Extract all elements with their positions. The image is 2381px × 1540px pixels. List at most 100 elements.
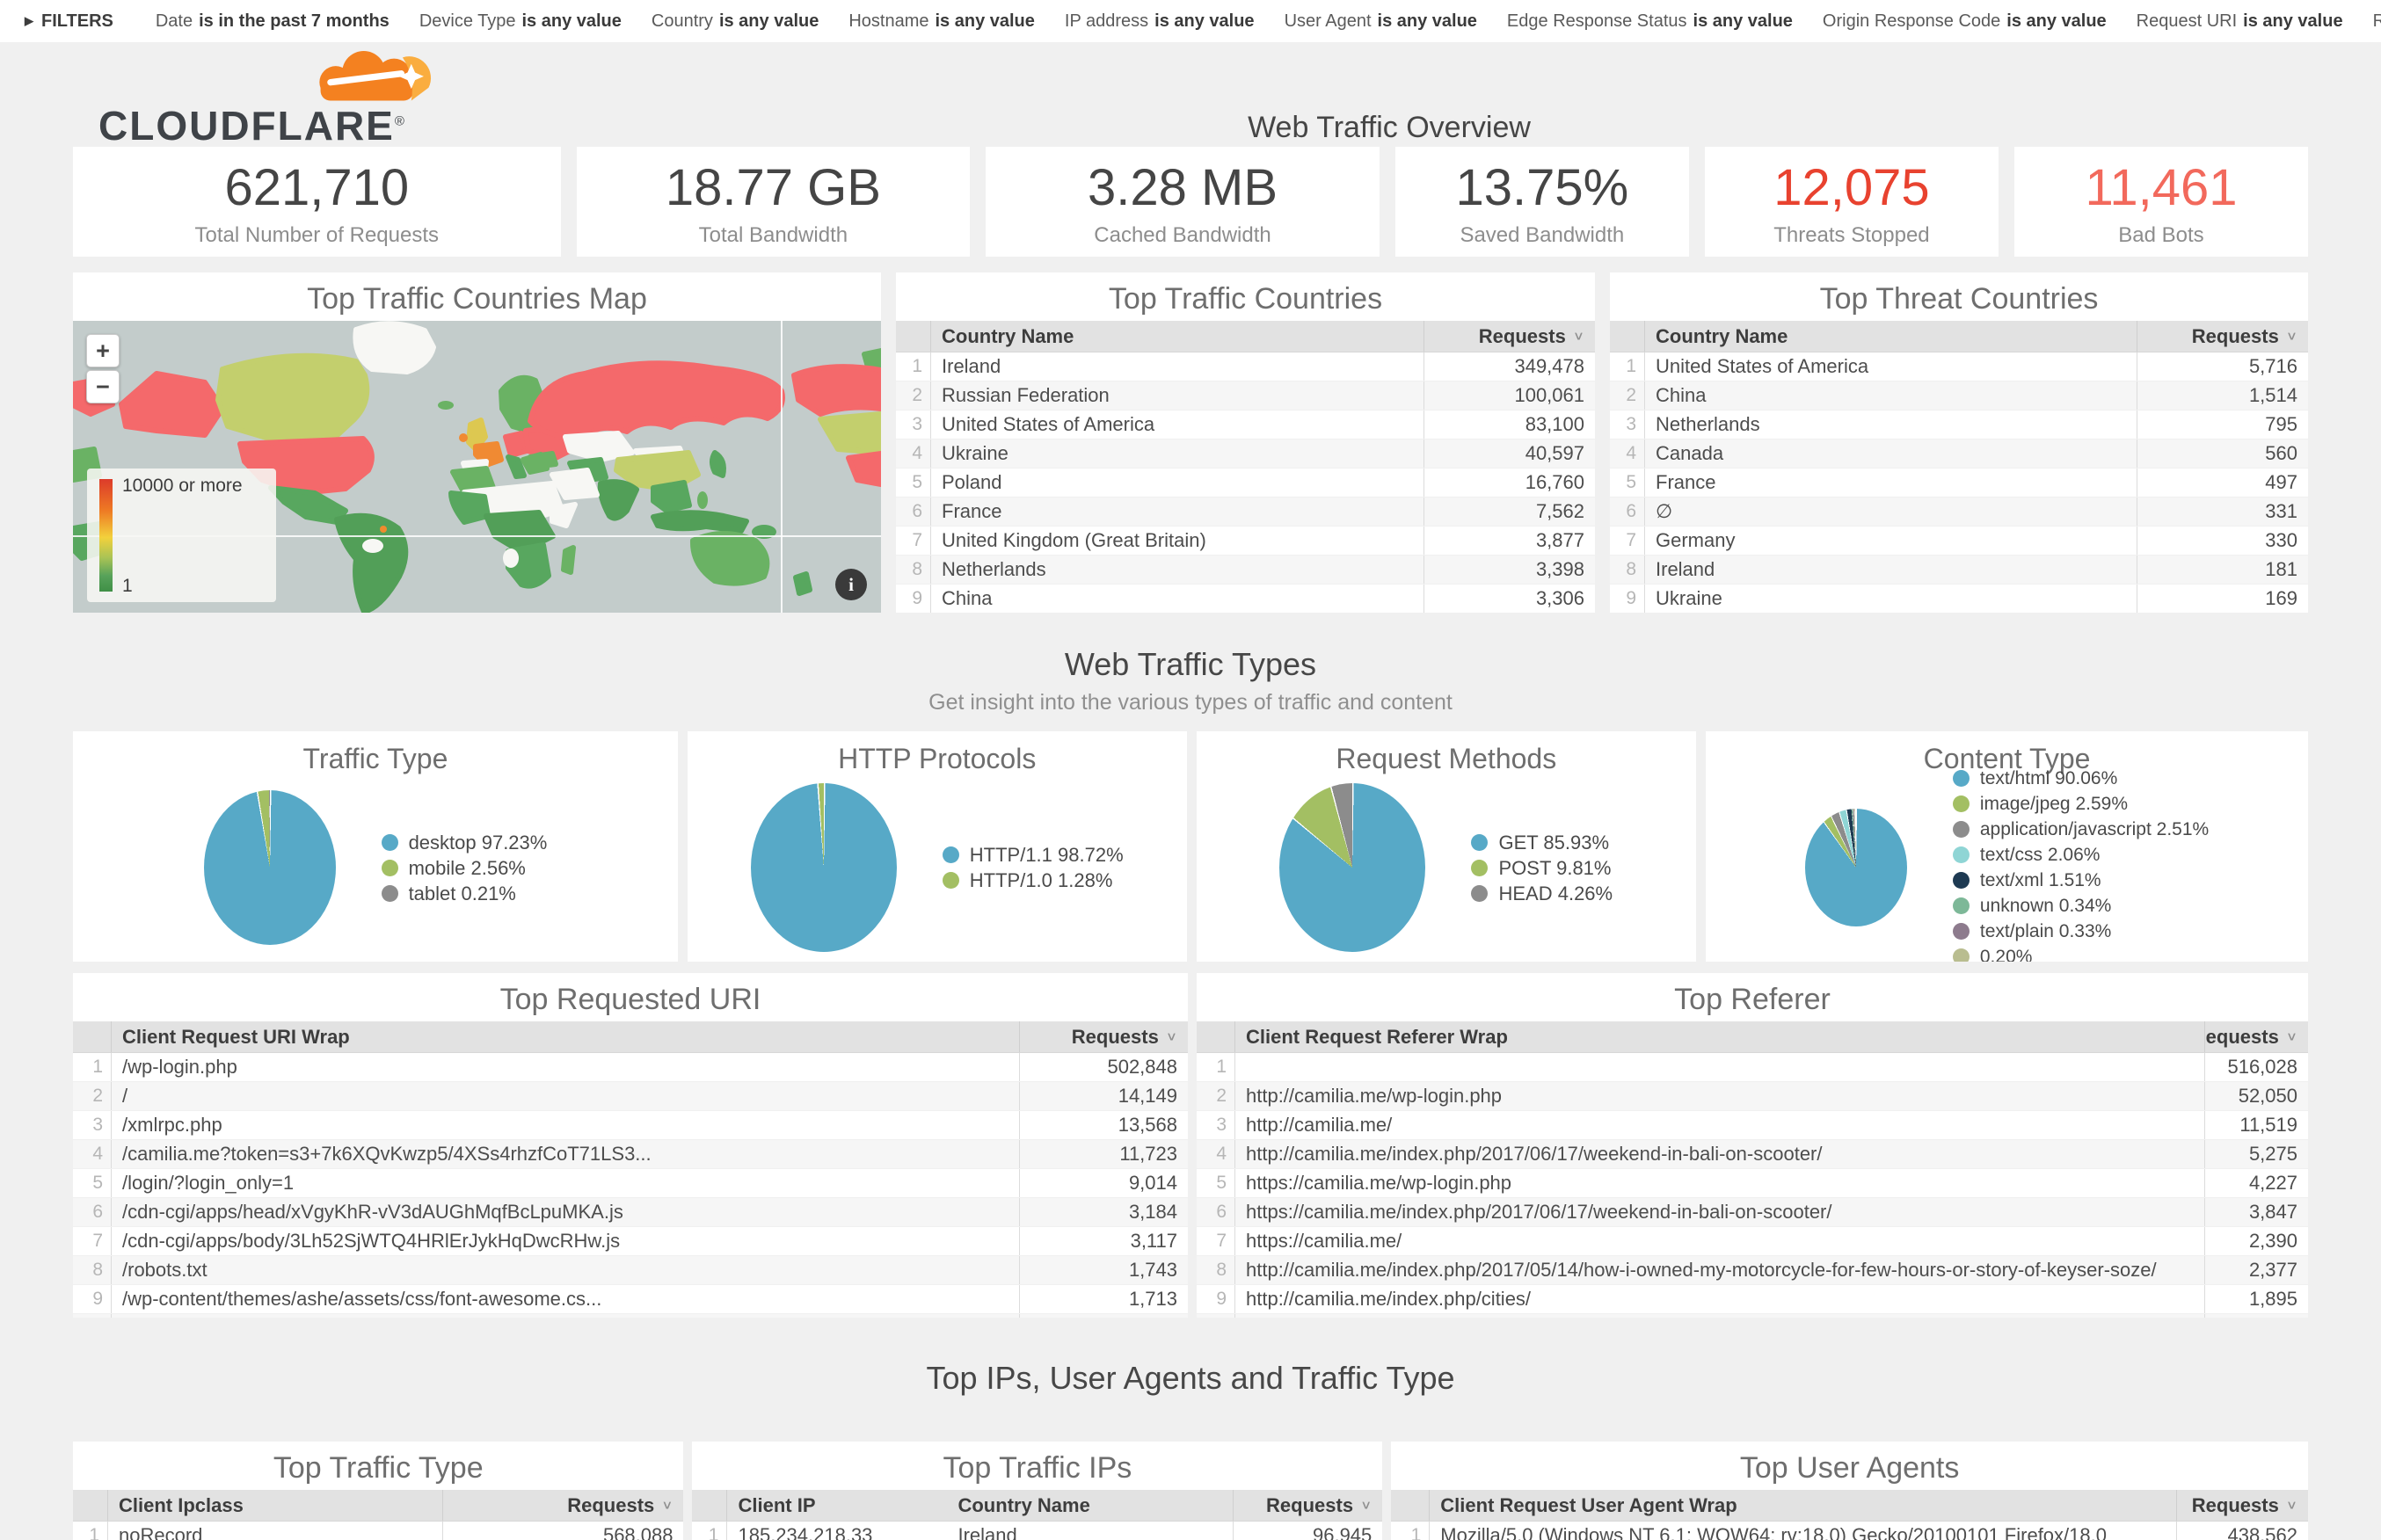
- column-header[interactable]: Client Request URI Wrap: [112, 1021, 1019, 1052]
- column-header[interactable]: Country Name: [1645, 321, 2137, 352]
- column-header[interactable]: Requests∨: [2204, 1021, 2308, 1052]
- column-header[interactable]: Client IP: [727, 1490, 947, 1521]
- table-row[interactable]: 9/wp-content/themes/ashe/assets/css/font…: [73, 1285, 1188, 1314]
- legend-item[interactable]: text/css 2.06%: [1953, 842, 2209, 868]
- table-row[interactable]: 9Ukraine169: [1610, 585, 2308, 613]
- column-header[interactable]: Requests∨: [2176, 1490, 2308, 1521]
- table-row[interactable]: 3Netherlands795: [1610, 410, 2308, 439]
- table-row[interactable]: 2http://camilia.me/wp-login.php52,050: [1197, 1082, 2308, 1111]
- table-row[interactable]: 2/14,149: [73, 1082, 1188, 1111]
- table-row[interactable]: 8/robots.txt1,743: [73, 1256, 1188, 1285]
- filter-item[interactable]: Request URIis any value: [2137, 11, 2343, 32]
- zoom-in-button[interactable]: +: [86, 334, 120, 367]
- column-header[interactable]: Country Name: [947, 1490, 1233, 1521]
- legend-item[interactable]: HTTP/1.0 1.28%: [943, 868, 1124, 893]
- column-header[interactable]: Requests∨: [1019, 1021, 1188, 1052]
- row-rank: 4: [73, 1140, 112, 1168]
- table-row[interactable]: 7United Kingdom (Great Britain)3,877: [896, 527, 1595, 556]
- table-row[interactable]: 7https://camilia.me/2,390: [1197, 1227, 2308, 1256]
- table-row[interactable]: 2Russian Federation100,061: [896, 381, 1595, 410]
- table-row[interactable]: 5Poland16,760: [896, 469, 1595, 498]
- table-row[interactable]: 4http://camilia.me/index.php/2017/06/17/…: [1197, 1140, 2308, 1169]
- pie-chart[interactable]: [751, 783, 897, 952]
- legend-item[interactable]: tablet 0.21%: [382, 881, 548, 906]
- filter-item[interactable]: Countryis any value: [652, 11, 819, 32]
- table-row[interactable]: 7/cdn-cgi/apps/body/3Lh52SjWTQ4HRlErJykH…: [73, 1227, 1188, 1256]
- pie-chart[interactable]: [204, 790, 336, 945]
- table-row[interactable]: 5https://camilia.me/wp-login.php4,227: [1197, 1169, 2308, 1198]
- pie-chart[interactable]: [1805, 809, 1907, 926]
- table-row[interactable]: 1noRecord568,088: [73, 1522, 683, 1540]
- filter-item[interactable]: Origin Response Codeis any value: [1823, 11, 2107, 32]
- table-row[interactable]: 1516,028: [1197, 1053, 2308, 1082]
- info-icon[interactable]: i: [835, 569, 867, 600]
- filter-item[interactable]: Hostnameis any value: [848, 11, 1035, 32]
- legend-item[interactable]: unknown 0.34%: [1953, 893, 2209, 919]
- column-header[interactable]: Client Ipclass: [108, 1490, 442, 1521]
- legend-item[interactable]: HEAD 4.26%: [1471, 881, 1613, 906]
- table-row[interactable]: 4Canada560: [1610, 439, 2308, 469]
- legend-item[interactable]: text/html 90.06%: [1953, 766, 2209, 791]
- table-row[interactable]: 9China3,306: [896, 585, 1595, 613]
- filters-toggle[interactable]: ▶ FILTERS: [25, 11, 113, 32]
- column-header[interactable]: Requests∨: [1233, 1490, 1382, 1521]
- filter-item[interactable]: Edge Response Statusis any value: [1507, 11, 1793, 32]
- legend-item[interactable]: application/javascript 2.51%: [1953, 817, 2209, 842]
- table-row[interactable]: 1United States of America5,716: [1610, 352, 2308, 381]
- table-row[interactable]: 10/wp-content/themes/ashe/style.css?ver=…: [73, 1314, 1188, 1318]
- filter-item[interactable]: Dateis in the past 7 months: [156, 11, 390, 32]
- table-row[interactable]: 8Netherlands3,398: [896, 556, 1595, 585]
- filter-item[interactable]: User Agentis any value: [1285, 11, 1477, 32]
- table-row[interactable]: 4/camilia.me?token=s3+7k6XQvKwzp5/4XSs4r…: [73, 1140, 1188, 1169]
- table-row[interactable]: 3United States of America83,100: [896, 410, 1595, 439]
- zoom-out-button[interactable]: −: [86, 370, 120, 403]
- legend-item[interactable]: HTTP/1.1 98.72%: [943, 842, 1124, 868]
- table-row[interactable]: 1/wp-login.php502,848: [73, 1053, 1188, 1082]
- table-row[interactable]: 4Ukraine40,597: [896, 439, 1595, 469]
- table-row[interactable]: 10http://camilia.me/index.php/about/1,47…: [1197, 1314, 2308, 1318]
- column-header[interactable]: Country Name: [931, 321, 1424, 352]
- legend-item[interactable]: POST 9.81%: [1471, 855, 1613, 881]
- table-row[interactable]: 3http://camilia.me/11,519: [1197, 1111, 2308, 1140]
- legend-item[interactable]: 0.20%: [1953, 944, 2209, 962]
- column-header[interactable]: Client Request User Agent Wrap: [1430, 1490, 2176, 1521]
- legend-item[interactable]: image/jpeg 2.59%: [1953, 791, 2209, 817]
- table-row[interactable]: 2China1,514: [1610, 381, 2308, 410]
- table-row[interactable]: 6/cdn-cgi/apps/head/xVgyKhR-vV3dAUGhMqfB…: [73, 1198, 1188, 1227]
- row-rank: 9: [73, 1285, 112, 1313]
- filter-item[interactable]: RayIDis any value: [2373, 11, 2381, 32]
- table-row[interactable]: 1Ireland349,478: [896, 352, 1595, 381]
- table-row[interactable]: 3/xmlrpc.php13,568: [73, 1111, 1188, 1140]
- table-row[interactable]: 5/login/?login_only=19,014: [73, 1169, 1188, 1198]
- column-header[interactable]: Requests∨: [442, 1490, 683, 1521]
- table-row[interactable]: 6∅331: [1610, 498, 2308, 527]
- row-rank: 1: [73, 1053, 112, 1081]
- legend-item[interactable]: desktop 97.23%: [382, 830, 548, 855]
- filter-field-label: Edge Response Status: [1507, 11, 1687, 31]
- table-row[interactable]: 9http://camilia.me/index.php/cities/1,89…: [1197, 1285, 2308, 1314]
- legend-item[interactable]: GET 85.93%: [1471, 830, 1613, 855]
- table-row[interactable]: 8http://camilia.me/index.php/2017/05/14/…: [1197, 1256, 2308, 1285]
- column-header[interactable]: Client Request Referer Wrap: [1235, 1021, 2204, 1052]
- cloudflare-cloud-icon: [299, 46, 450, 104]
- row-rank: 9: [1197, 1285, 1235, 1313]
- table-row[interactable]: 6France7,562: [896, 498, 1595, 527]
- column-header[interactable]: Requests∨: [2137, 321, 2308, 352]
- legend-item[interactable]: text/plain 0.33%: [1953, 919, 2209, 944]
- column-header[interactable]: Requests∨: [1424, 321, 1595, 352]
- pie-chart[interactable]: [1279, 783, 1425, 952]
- stat-card: 12,075Threats Stopped: [1705, 147, 1999, 257]
- table-row[interactable]: 8Ireland181: [1610, 556, 2308, 585]
- sort-desc-icon: ∨: [2286, 1499, 2297, 1513]
- legend-item[interactable]: text/xml 1.51%: [1953, 868, 2209, 893]
- table-row[interactable]: 1185.234.218.33Ireland96,945: [692, 1522, 1382, 1540]
- world-choropleth-map[interactable]: + − 10000 or more 1 i: [73, 321, 881, 613]
- filter-item[interactable]: Device Typeis any value: [419, 11, 622, 32]
- table-row[interactable]: 1Mozilla/5.0 (Windows NT 6.1; WOW64; rv:…: [1391, 1522, 2308, 1540]
- filter-item[interactable]: IP addressis any value: [1065, 11, 1255, 32]
- table-row[interactable]: 5France497: [1610, 469, 2308, 498]
- table-row[interactable]: 6https://camilia.me/index.php/2017/06/17…: [1197, 1198, 2308, 1227]
- legend-item[interactable]: mobile 2.56%: [382, 855, 548, 881]
- table-row[interactable]: 7Germany330: [1610, 527, 2308, 556]
- cell: United States of America: [1645, 352, 2137, 381]
